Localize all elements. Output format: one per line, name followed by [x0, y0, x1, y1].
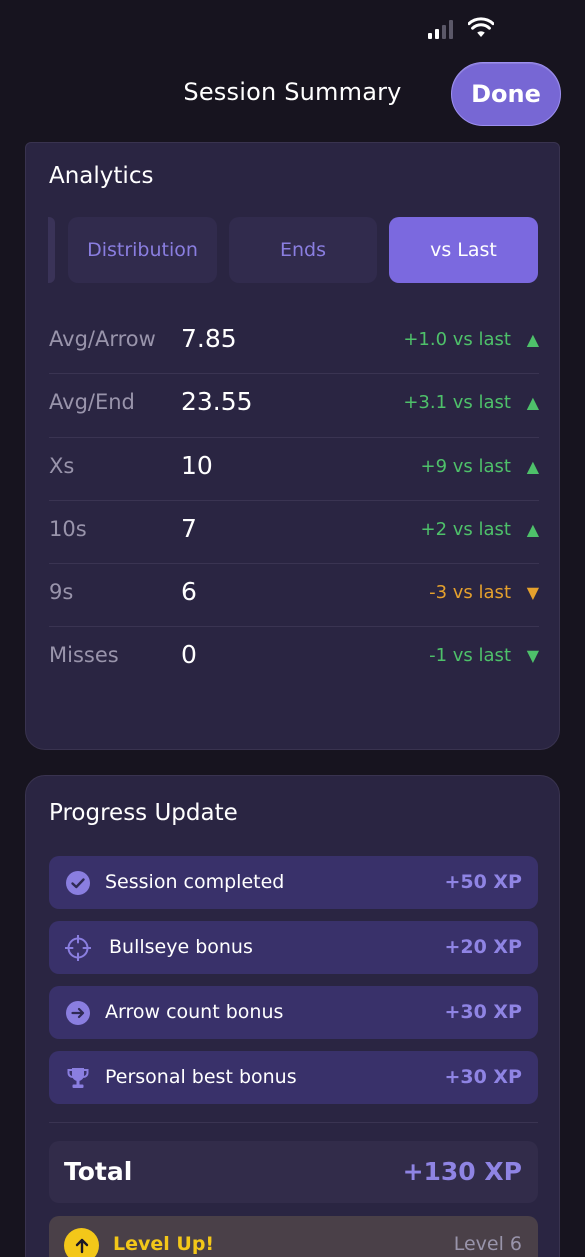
- xp-row-arrow-count: Arrow count bonus +30 XP: [49, 986, 538, 1039]
- crosshair-icon: [65, 935, 91, 961]
- trend-up-icon: ▲: [526, 393, 539, 413]
- stat-row-9s: 9s 6 -3 vs last ▼: [49, 564, 539, 628]
- stat-row-avg-end: Avg/End 23.55 +3.1 vs last ▲: [49, 374, 539, 438]
- total-label: Total: [64, 1157, 133, 1186]
- total-row: Total +130 XP: [49, 1141, 538, 1203]
- stat-delta: +1.0 vs last: [403, 329, 511, 350]
- stat-value: 23.55: [181, 387, 253, 417]
- analytics-card: Analytics Distribution Ends vs Last Avg/…: [25, 142, 560, 750]
- stat-label: 9s: [49, 580, 74, 605]
- status-bar: [0, 0, 585, 60]
- xp-label: Arrow count bonus: [105, 1001, 284, 1023]
- xp-label: Personal best bonus: [105, 1066, 297, 1088]
- tab-vs-last[interactable]: vs Last: [389, 217, 538, 283]
- trend-up-icon: ▲: [526, 456, 539, 476]
- tab-ends[interactable]: Ends: [229, 217, 377, 283]
- header: Session Summary Done: [0, 60, 585, 130]
- trend-down-icon: ▼: [526, 646, 539, 666]
- tab-distribution[interactable]: Distribution: [68, 217, 217, 283]
- stat-label: Avg/Arrow: [49, 327, 156, 351]
- trophy-icon: [67, 1068, 89, 1088]
- stat-label: Avg/End: [49, 390, 135, 415]
- arrow-up-circle-icon: [64, 1228, 99, 1257]
- xp-amount: +30 XP: [444, 1001, 522, 1023]
- arrow-right-circle-icon: [66, 1001, 90, 1025]
- xp-label: Bullseye bonus: [109, 936, 253, 958]
- stat-row-10s: 10s 7 +2 vs last ▲: [49, 501, 539, 565]
- stat-row-avg-arrow: Avg/Arrow 7.85 +1.0 vs last ▲: [49, 311, 539, 375]
- xp-list: Session completed +50 XP Bullseye bonus …: [49, 856, 538, 1116]
- xp-amount: +50 XP: [444, 871, 522, 893]
- cellular-signal-icon: [428, 20, 453, 39]
- stat-row-misses: Misses 0 -1 vs last ▼: [49, 627, 539, 690]
- stat-value: 7: [181, 513, 197, 543]
- xp-amount: +20 XP: [444, 936, 522, 958]
- stat-label: Xs: [49, 453, 75, 478]
- stat-value: 6: [181, 577, 197, 607]
- tab-partial-hidden[interactable]: [48, 217, 55, 283]
- xp-row-bullseye: Bullseye bonus +20 XP: [49, 921, 538, 974]
- xp-row-session-completed: Session completed +50 XP: [49, 856, 538, 909]
- trend-up-icon: ▲: [526, 330, 539, 349]
- total-value: +130 XP: [402, 1157, 522, 1186]
- levelup-label: Level Up!: [113, 1233, 215, 1255]
- divider: [49, 1122, 538, 1123]
- stat-label: 10s: [49, 516, 87, 541]
- done-button[interactable]: Done: [451, 62, 561, 126]
- stats-list: Avg/Arrow 7.85 +1.0 vs last ▲ Avg/End 23…: [49, 311, 539, 691]
- stat-row-xs: Xs 10 +9 vs last ▲: [49, 438, 539, 501]
- stat-delta: +9 vs last: [420, 455, 511, 477]
- levelup-level: Level 6: [453, 1233, 522, 1255]
- stat-value: 7.85: [181, 324, 237, 353]
- stat-value: 0: [181, 640, 197, 670]
- progress-title: Progress Update: [49, 800, 238, 826]
- check-circle-icon: [66, 871, 90, 895]
- xp-label: Session completed: [105, 871, 285, 893]
- xp-row-personal-best: Personal best bonus +30 XP: [49, 1051, 538, 1104]
- analytics-title: Analytics: [49, 163, 154, 189]
- wifi-icon: [468, 17, 494, 37]
- analytics-tabs: Distribution Ends vs Last: [48, 217, 538, 283]
- stat-delta: +2 vs last: [420, 518, 511, 540]
- trend-down-icon: ▼: [526, 583, 539, 603]
- stat-delta: -1 vs last: [429, 645, 511, 667]
- progress-card: Progress Update Session completed +50 XP…: [25, 775, 560, 1257]
- stat-value: 10: [181, 450, 213, 480]
- stat-label: Misses: [49, 643, 119, 668]
- levelup-row: Level Up! Level 6: [49, 1216, 538, 1257]
- stat-delta: +3.1 vs last: [403, 392, 511, 414]
- trend-up-icon: ▲: [526, 519, 539, 539]
- xp-amount: +30 XP: [444, 1066, 522, 1088]
- stat-delta: -3 vs last: [429, 582, 511, 604]
